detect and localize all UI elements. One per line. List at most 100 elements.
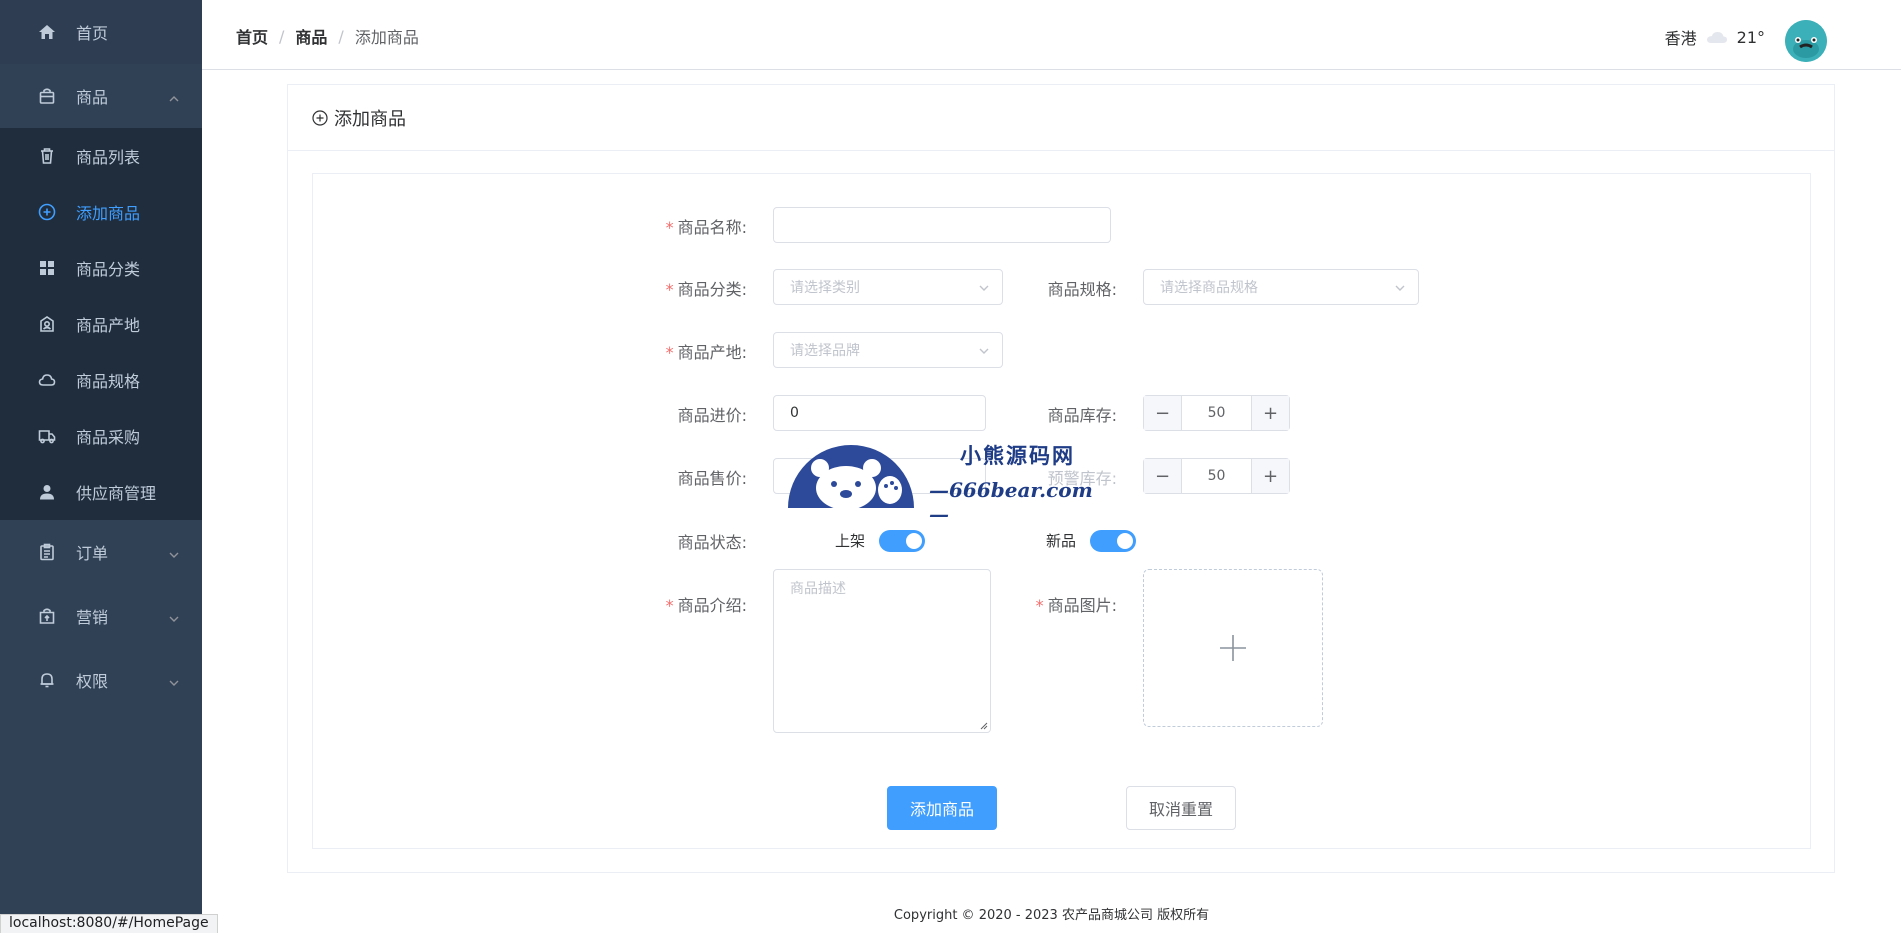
bag-icon (38, 87, 56, 105)
breadcrumb-current: 添加商品 (354, 28, 419, 47)
copyright-footer: Copyright © 2020 - 2023 农产品商城公司 版权所有 (893, 908, 1210, 923)
sidebar-item-label: 供应商管理 (76, 484, 157, 503)
new-goods-switch[interactable] (1090, 530, 1136, 552)
watermark-en-text: —666bear.com— (929, 478, 1093, 526)
goods-origin-label: * 商品产地: (665, 343, 747, 362)
chevron-down-icon (168, 610, 180, 622)
sidebar-item-goods-spec[interactable]: 商品规格 (0, 352, 202, 408)
goods-spec-label: 商品规格: (1047, 280, 1117, 299)
watermark: 小熊源码网 —666bear.com— (786, 430, 1110, 526)
image-upload[interactable] (1143, 569, 1323, 727)
warn-stock-stepper: − 50 + (1143, 458, 1290, 494)
goods-intro-label: * 商品介绍: (665, 596, 747, 615)
avatar-face-icon (1785, 20, 1827, 62)
goods-name-input[interactable] (773, 207, 1111, 243)
location-icon (38, 315, 56, 333)
truck-icon (38, 427, 56, 445)
browser-status-bar: localhost:8080/#/HomePage (0, 914, 218, 933)
card-title: 添加商品 (334, 108, 406, 130)
sidebar-item-label: 商品规格 (76, 372, 141, 391)
weather-widget: 香港 21° (1665, 25, 1765, 49)
goods-spec-select[interactable]: 请选择商品规格 (1143, 269, 1419, 305)
stock-increase-button[interactable]: + (1251, 396, 1289, 430)
sidebar-item-permission[interactable]: 权限 (0, 648, 202, 712)
goods-name-label: * 商品名称: (665, 218, 747, 237)
stock-stepper: − 50 + (1143, 395, 1290, 431)
card-header: 添加商品 (288, 85, 1834, 151)
sidebar-item-goods-purchase[interactable]: 商品采购 (0, 408, 202, 464)
weather-city: 香港 (1664, 29, 1697, 48)
stock-value[interactable]: 50 (1182, 396, 1251, 430)
breadcrumb-separator: / (338, 26, 344, 46)
shopping-bag-icon (38, 607, 56, 625)
sidebar-item-label: 订单 (76, 544, 109, 563)
sidebar-item-label: 添加商品 (76, 204, 141, 223)
chevron-down-icon (1394, 282, 1406, 294)
sidebar-item-supplier[interactable]: 供应商管理 (0, 464, 202, 520)
stock-label: 商品库存: (1047, 406, 1117, 425)
watermark-cn-text: 小熊源码网 (960, 443, 1075, 468)
goods-category-label: * 商品分类: (665, 280, 747, 299)
chevron-down-icon (168, 674, 180, 686)
breadcrumb: 首页 / 商品 / 添加商品 (236, 24, 419, 48)
sidebar-item-goods-origin[interactable]: 商品产地 (0, 296, 202, 352)
sidebar-item-home[interactable]: 首页 (0, 0, 202, 64)
goods-submenu: 商品列表 添加商品 商品分类 商品产地 商品规格 商品采购 供应商管理 (0, 128, 202, 520)
new-goods-label: 新品 (1046, 532, 1077, 550)
purchase-price-input[interactable]: 0 (773, 395, 986, 431)
on-shelf-label: 上架 (835, 532, 866, 550)
sale-price-label: 商品售价: (677, 469, 747, 488)
user-icon (38, 483, 56, 501)
sidebar-item-marketing[interactable]: 营销 (0, 584, 202, 648)
grid-icon (38, 259, 56, 277)
circle-plus-icon (38, 203, 56, 221)
breadcrumb-goods[interactable]: 商品 (295, 24, 327, 48)
sidebar-item-label: 首页 (76, 24, 109, 43)
reset-button[interactable]: 取消重置 (1126, 786, 1236, 830)
chevron-down-icon (978, 345, 990, 357)
resize-grip-icon (980, 722, 988, 730)
sidebar-item-label: 商品产地 (76, 316, 141, 335)
chevron-up-icon (168, 90, 180, 102)
goods-intro-textarea[interactable]: 商品描述 (773, 569, 991, 733)
sidebar-item-label: 商品采购 (76, 428, 141, 447)
sidebar-item-label: 营销 (76, 608, 109, 627)
sidebar-item-order[interactable]: 订单 (0, 520, 202, 584)
warn-stock-value[interactable]: 50 (1182, 459, 1251, 493)
sidebar-item-label: 权限 (76, 672, 109, 691)
top-header: 首页 / 商品 / 添加商品 香港 21° (202, 0, 1901, 70)
avatar[interactable] (1785, 20, 1827, 62)
add-goods-button[interactable]: 添加商品 (887, 786, 997, 830)
on-shelf-switch[interactable] (879, 530, 925, 552)
sidebar-item-goods-category[interactable]: 商品分类 (0, 240, 202, 296)
clipboard-icon (38, 543, 56, 561)
goods-category-select[interactable]: 请选择类别 (773, 269, 1003, 305)
sidebar-item-add-goods[interactable]: 添加商品 (0, 184, 202, 240)
cloud-icon (1706, 32, 1727, 43)
warn-stock-decrease-button[interactable]: − (1144, 459, 1182, 493)
goods-status-label: 商品状态: (677, 533, 747, 552)
trash-icon (38, 147, 56, 165)
plus-icon (1220, 635, 1246, 661)
circle-plus-icon (312, 109, 328, 126)
sidebar-item-label: 商品分类 (76, 260, 141, 279)
home-icon (38, 23, 56, 41)
purchase-price-label: 商品进价: (677, 406, 747, 425)
sidebar-item-label: 商品 (76, 88, 109, 107)
goods-origin-select[interactable]: 请选择品牌 (773, 332, 1003, 368)
bell-icon (38, 671, 56, 689)
weather-temperature: 21° (1736, 27, 1765, 47)
cloud-icon (38, 371, 56, 389)
sidebar-item-goods-list[interactable]: 商品列表 (0, 128, 202, 184)
bear-logo-icon (788, 445, 914, 510)
sidebar: 首页 商品 商品列表 添加商品 商品分类 商品产地 商品规格 商品采购 供应商管… (0, 0, 202, 933)
stock-decrease-button[interactable]: − (1144, 396, 1182, 430)
sidebar-item-goods[interactable]: 商品 (0, 64, 202, 128)
chevron-down-icon (168, 546, 180, 558)
warn-stock-increase-button[interactable]: + (1251, 459, 1289, 493)
chevron-down-icon (978, 282, 990, 294)
breadcrumb-home[interactable]: 首页 (236, 24, 268, 48)
goods-image-label: * 商品图片: (1035, 596, 1117, 615)
sidebar-item-label: 商品列表 (76, 148, 141, 167)
breadcrumb-separator: / (279, 26, 285, 46)
